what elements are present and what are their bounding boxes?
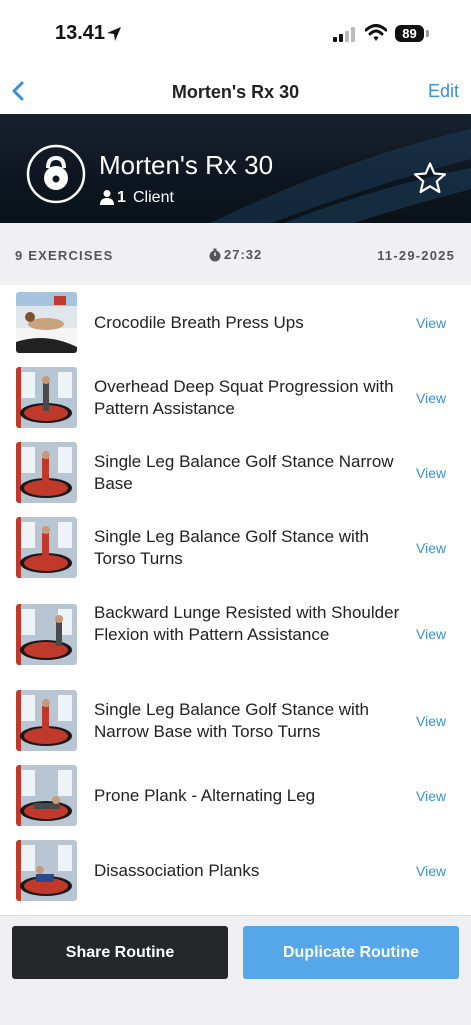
exercise-row[interactable]: Crocodile Breath Press Ups View [0,285,471,361]
status-time: 13.41 [55,22,106,44]
routine-duration: 27:32 [208,247,262,262]
view-link[interactable]: View [416,863,446,879]
routine-date: 11-29-2025 [377,248,455,263]
footer-actions: Share Routine Duplicate Routine [0,915,471,1025]
exercise-thumbnail [16,604,77,665]
exercise-thumbnail [16,367,77,428]
exercise-thumbnail [16,517,77,578]
exercise-row[interactable]: Single Leg Balance Golf Stance with Tors… [0,510,471,586]
location-arrow-icon [107,27,121,41]
wifi-icon [365,24,387,41]
exercise-row[interactable]: Prone Plank - Alternating Leg View [0,758,471,834]
exercise-name: Crocodile Breath Press Ups [94,313,304,332]
exercise-thumbnail [16,840,77,901]
view-link[interactable]: View [416,713,446,729]
battery-indicator: 89 [395,25,424,42]
exercise-name: Prone Plank - Alternating Leg [94,786,316,805]
exercise-name: Backward Lunge Resisted with Shoulder Fl… [94,603,400,644]
exercise-count: 9 EXERCISES [15,248,114,263]
exercise-thumbnail [16,690,77,751]
exercise-row[interactable]: Single Leg Balance Golf Stance with Narr… [0,683,471,759]
view-link[interactable]: View [416,315,446,331]
routine-header: Morten's Rx 30 1 Client [0,114,471,223]
kettlebell-icon [26,144,86,204]
stopwatch-icon [209,248,221,262]
exercise-name: Single Leg Balance Golf Stance Narrow Ba… [94,452,394,493]
view-link[interactable]: View [416,788,446,804]
person-icon [100,190,114,205]
exercise-row[interactable]: Single Leg Balance Golf Stance Narrow Ba… [0,435,471,511]
exercise-row[interactable]: Overhead Deep Squat Progression with Pat… [0,360,471,436]
page-title: Morten's Rx 30 [171,82,300,102]
exercise-row[interactable]: Backward Lunge Resisted with Shoulder Fl… [0,585,471,684]
client-label: Client [133,189,174,206]
routine-summary: 9 EXERCISES 27:32 11-29-2025 [0,223,471,285]
exercise-name: Single Leg Balance Golf Stance with Narr… [94,700,370,741]
status-bar: 13.41 89 [0,0,471,70]
exercise-thumbnail [16,442,77,503]
share-routine-button[interactable]: Share Routine [12,926,228,979]
exercise-name: Disassociation Planks [94,861,260,880]
exercise-list: Crocodile Breath Press Ups View Overhead… [0,285,471,915]
favorite-star-icon[interactable] [413,162,447,194]
battery-nub [426,30,429,37]
edit-button[interactable]: Edit [428,81,459,102]
routine-title: Morten's Rx 30 [99,150,274,180]
view-link[interactable]: View [416,465,446,481]
exercise-thumbnail [16,765,77,826]
view-link[interactable]: View [416,390,446,406]
exercise-name: Overhead Deep Squat Progression with Pat… [94,377,394,418]
exercise-thumbnail [16,292,77,353]
view-link[interactable]: View [416,626,446,642]
duration-value: 27:32 [224,247,263,262]
duplicate-routine-button[interactable]: Duplicate Routine [243,926,459,979]
exercise-name: Single Leg Balance Golf Stance with Tors… [94,527,370,568]
navigation-bar: Morten's Rx 30 Edit [0,70,471,114]
client-count: 1 [117,189,126,206]
cellular-signal-icon [333,27,355,42]
view-link[interactable]: View [416,540,446,556]
exercise-row[interactable]: Disassociation Planks View [0,833,471,915]
